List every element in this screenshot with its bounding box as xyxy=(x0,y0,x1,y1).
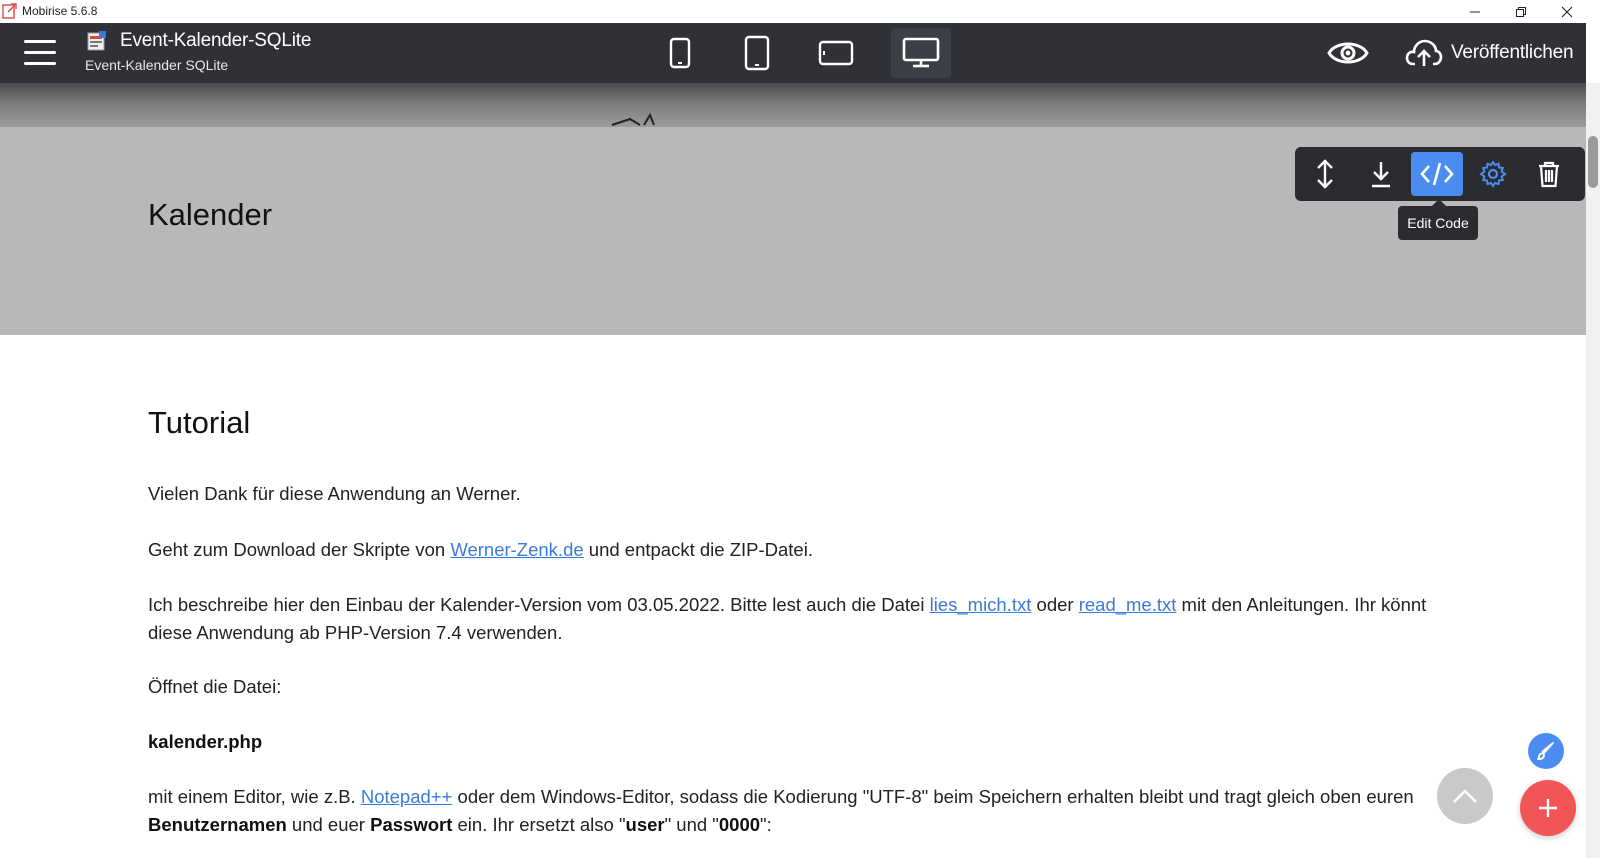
hamburger-line xyxy=(24,40,56,43)
brush-icon xyxy=(1537,742,1554,760)
tooltip-arrow xyxy=(1432,199,1446,206)
paragraph-download[interactable]: Geht zum Download der Skripte von Werner… xyxy=(148,536,1428,564)
bold-0000: 0000 xyxy=(718,814,761,835)
text-segment: mit einem Editor, wie z.B. xyxy=(148,786,361,807)
text-segment: ": xyxy=(760,814,772,835)
close-button[interactable] xyxy=(1544,0,1590,23)
page-scrollbar[interactable] xyxy=(1586,83,1600,858)
project-subtitle: Event-Kalender SQLite xyxy=(85,57,229,73)
paragraph-thanks[interactable]: Vielen Dank für diese Anwendung an Werne… xyxy=(148,480,1428,508)
text-segment: ein. Ihr ersetzt also " xyxy=(452,814,626,835)
code-icon xyxy=(1420,162,1454,186)
block-settings-button[interactable] xyxy=(1467,152,1519,196)
close-icon xyxy=(1561,6,1573,17)
kalender-heading[interactable]: Kalender xyxy=(148,197,272,233)
tablet-icon xyxy=(744,35,770,71)
project-thumbnail-icon xyxy=(87,31,106,51)
paragraph-editor[interactable]: mit einem Editor, wie z.B. Notepad++ ode… xyxy=(148,783,1428,839)
gear-icon xyxy=(1479,160,1507,188)
scroll-to-top-button[interactable] xyxy=(1437,768,1493,824)
text-segment: Ich beschreibe hier den Einbau der Kalen… xyxy=(148,594,930,615)
block-toolbar xyxy=(1295,147,1585,201)
text-segment: und entpackt die ZIP-Datei. xyxy=(583,539,813,560)
cloud-upload-icon xyxy=(1405,39,1443,66)
device-phone-portrait-button[interactable] xyxy=(650,28,710,78)
text-segment: oder dem Windows-Editor, sodass die Kodi… xyxy=(452,786,1414,807)
text-segment: oder xyxy=(1031,594,1079,615)
minimize-icon xyxy=(1470,11,1480,12)
editor-toolbar: Event-Kalender-SQLite Event-Kalender SQL… xyxy=(0,23,1586,83)
window-titlebar: Mobirise 5.6.8 xyxy=(0,0,1600,23)
preview-button[interactable] xyxy=(1326,37,1370,69)
restore-button[interactable] xyxy=(1498,0,1544,23)
text-segment: " und " xyxy=(664,814,719,835)
mobirise-app-icon xyxy=(2,3,17,19)
scrollbar-thumb[interactable] xyxy=(1588,136,1598,188)
save-block-button[interactable] xyxy=(1355,152,1407,196)
minimize-button[interactable] xyxy=(1452,0,1498,23)
plus-icon xyxy=(1539,799,1557,817)
werner-zenk-link[interactable]: Werner-Zenk.de xyxy=(450,539,583,560)
delete-block-button[interactable] xyxy=(1523,152,1575,196)
text-segment: und euer xyxy=(286,814,371,835)
publish-label: Veröffentlichen xyxy=(1451,42,1574,63)
filename-bold: kalender.php xyxy=(148,731,263,752)
notepad-link[interactable]: Notepad++ xyxy=(361,786,453,807)
tablet-landscape-icon xyxy=(818,40,854,66)
paragraph-filename[interactable]: kalender.php xyxy=(148,728,1428,756)
device-desktop-button[interactable] xyxy=(891,28,951,78)
move-icon xyxy=(1317,159,1333,189)
paragraph-open-file[interactable]: Öffnet die Datei: xyxy=(148,673,1428,701)
phone-icon xyxy=(669,37,691,69)
device-tablet-landscape-button[interactable] xyxy=(806,28,866,78)
bold-user: user xyxy=(625,814,665,835)
text-segment: Geht zum Download der Skripte von xyxy=(148,539,451,560)
edit-styles-button[interactable] xyxy=(1528,733,1564,769)
edit-code-button[interactable] xyxy=(1411,152,1463,196)
trash-icon xyxy=(1539,161,1559,188)
menu-button[interactable] xyxy=(24,40,56,66)
restore-icon xyxy=(1516,6,1526,17)
lies-mich-link[interactable]: lies_mich.txt xyxy=(930,594,1032,615)
chevron-up-icon xyxy=(1453,789,1477,803)
publish-button[interactable]: Veröffentlichen xyxy=(1405,35,1574,71)
hamburger-line xyxy=(24,51,56,54)
download-icon xyxy=(1372,162,1390,188)
desktop-icon xyxy=(902,37,940,68)
edit-code-tooltip: Edit Code xyxy=(1398,206,1478,240)
read-me-link[interactable]: read_me.txt xyxy=(1079,594,1177,615)
window-title: Mobirise 5.6.8 xyxy=(22,4,98,18)
eye-icon xyxy=(1327,42,1369,64)
hamburger-line xyxy=(24,62,56,65)
hero-image-detail xyxy=(611,112,655,126)
move-block-button[interactable] xyxy=(1299,152,1351,196)
bold-password: Passwort xyxy=(370,814,453,835)
device-tablet-portrait-button[interactable] xyxy=(727,28,787,78)
add-block-button[interactable] xyxy=(1520,780,1576,836)
tutorial-heading[interactable]: Tutorial xyxy=(148,405,250,441)
hero-image-strip xyxy=(0,83,1586,127)
bold-username: Benutzernamen xyxy=(148,814,287,835)
paragraph-version[interactable]: Ich beschreibe hier den Einbau der Kalen… xyxy=(148,591,1428,647)
project-title: Event-Kalender-SQLite xyxy=(120,30,312,51)
